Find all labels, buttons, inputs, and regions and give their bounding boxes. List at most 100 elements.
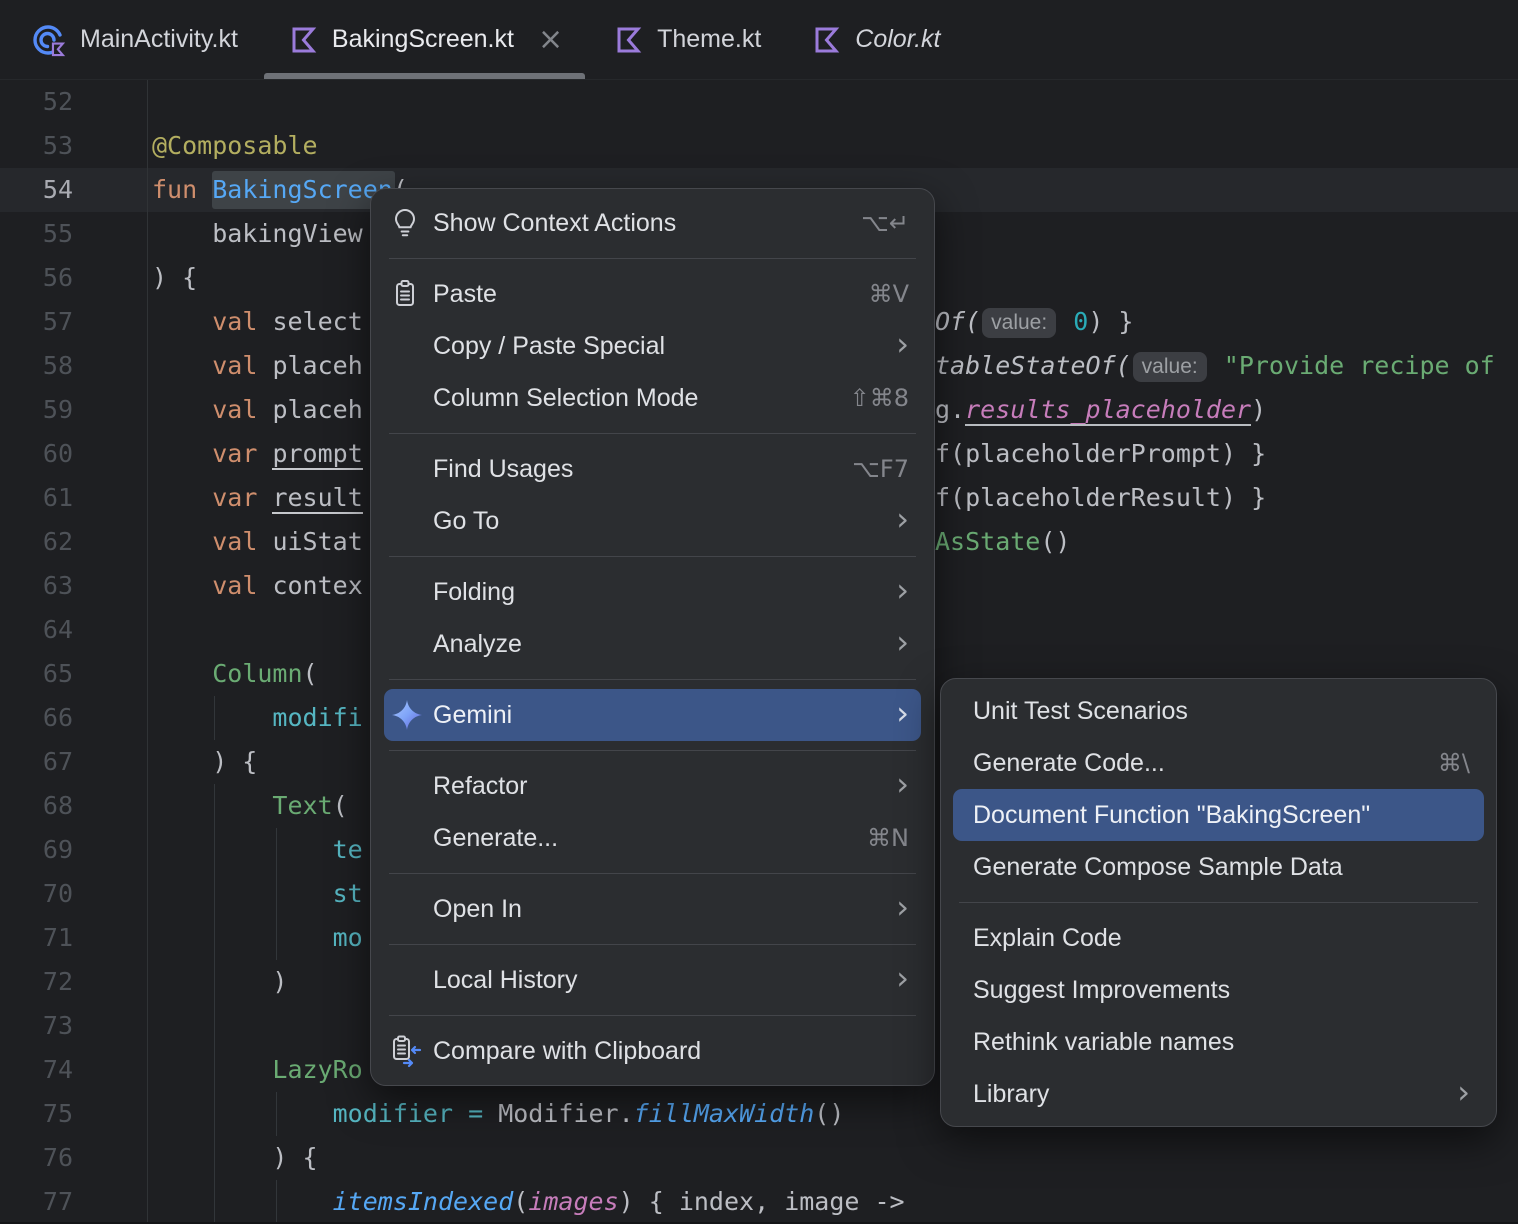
- menu-item-label: Copy / Paste Special: [433, 331, 666, 360]
- menu-item-label: Unit Test Scenarios: [973, 696, 1188, 725]
- gutter-line-number[interactable]: 63: [0, 564, 73, 608]
- submenu-chevron-icon: ›: [1457, 1073, 1470, 1111]
- submenu-chevron-icon: ›: [896, 325, 909, 363]
- code-token: val: [212, 307, 273, 336]
- gutter-line-number[interactable]: 54: [0, 168, 73, 212]
- gutter-line-number[interactable]: 74: [0, 1048, 73, 1092]
- menu-separator: [389, 1015, 916, 1016]
- gutter-line-number[interactable]: 73: [0, 1004, 73, 1048]
- code-token: ) {: [152, 747, 258, 776]
- gutter-line-number[interactable]: 55: [0, 212, 73, 256]
- gutter-line-number[interactable]: 66: [0, 696, 73, 740]
- gutter-line-number[interactable]: 58: [0, 344, 73, 388]
- menu-item-label: Paste: [433, 279, 497, 308]
- menu-item-gemini[interactable]: Gemini ›: [384, 689, 921, 741]
- gutter-line-number[interactable]: 67: [0, 740, 73, 784]
- menu-item-label: Library: [973, 1079, 1050, 1108]
- menu-item-local-history[interactable]: Local History ›: [384, 954, 921, 1006]
- gutter-line-number[interactable]: 56: [0, 256, 73, 300]
- code-text: var result: [152, 476, 363, 520]
- gutter-line-number[interactable]: 72: [0, 960, 73, 1004]
- menu-item-rethink-variable-names[interactable]: Rethink variable names: [953, 1016, 1484, 1068]
- gutter-line-number[interactable]: 70: [0, 872, 73, 916]
- code-text: val placeh: [152, 388, 363, 432]
- code-token: (: [302, 659, 318, 688]
- code-line[interactable]: 77 itemsIndexed(images) { index, image -…: [0, 1180, 1518, 1224]
- menu-item-copy-paste-special[interactable]: Copy / Paste Special ›: [384, 320, 921, 372]
- tab-color-kt[interactable]: Color.kt: [785, 0, 964, 79]
- gutter-line-number[interactable]: 76: [0, 1136, 73, 1180]
- gutter-line-number[interactable]: 69: [0, 828, 73, 872]
- code-token: val: [212, 351, 273, 380]
- menu-item-library[interactable]: Library ›: [953, 1068, 1484, 1120]
- menu-item-find-usages[interactable]: Find Usages ⌥F7: [384, 443, 921, 495]
- menu-item-label: Analyze: [433, 629, 522, 658]
- code-token: ) {: [152, 1143, 318, 1172]
- menu-item-generate-compose-sample-data[interactable]: Generate Compose Sample Data: [953, 841, 1484, 893]
- code-text-right-fragment: tableStateOf(value: "Provide recipe of: [935, 344, 1495, 388]
- menu-item-compare-with-clipboard[interactable]: Compare with Clipboard: [384, 1025, 921, 1077]
- code-token: val: [212, 395, 273, 424]
- code-token: var: [212, 439, 273, 468]
- menu-item-analyze[interactable]: Analyze ›: [384, 618, 921, 670]
- menu-item-generate[interactable]: Generate... ⌘N: [384, 812, 921, 864]
- gutter-line-number[interactable]: 60: [0, 432, 73, 476]
- code-token: AsState: [935, 527, 1041, 556]
- menu-item-open-in[interactable]: Open In ›: [384, 883, 921, 935]
- code-line[interactable]: 76 ) {: [0, 1136, 1518, 1180]
- kotlin-icon: [611, 23, 645, 57]
- gutter-line-number[interactable]: 75: [0, 1092, 73, 1136]
- gutter-line-number[interactable]: 62: [0, 520, 73, 564]
- submenu-chevron-icon: ›: [896, 571, 909, 609]
- code-line[interactable]: 53 @Composable: [0, 124, 1518, 168]
- menu-item-refactor[interactable]: Refactor ›: [384, 760, 921, 812]
- context-menu: Show Context Actions ⌥↵ Paste ⌘V Copy / Past…: [370, 188, 935, 1086]
- menu-item-label: Generate...: [433, 823, 559, 852]
- gutter-line-number[interactable]: 53: [0, 124, 73, 168]
- code-text: ) {: [152, 1136, 318, 1180]
- menu-item-explain-code[interactable]: Explain Code: [953, 912, 1484, 964]
- menu-item-show-context-actions[interactable]: Show Context Actions ⌥↵: [384, 197, 921, 249]
- menu-item-suggest-improvements[interactable]: Suggest Improvements: [953, 964, 1484, 1016]
- parameter-name-inlay-hint: value:: [1132, 352, 1207, 382]
- tab-mainactivity-kt[interactable]: MainActivity.kt: [6, 0, 262, 79]
- gutter-line-number[interactable]: 71: [0, 916, 73, 960]
- tab-bakingscreen-kt[interactable]: BakingScreen.kt ×: [262, 0, 587, 79]
- menu-item-generate-code[interactable]: Generate Code... ⌘\: [953, 737, 1484, 789]
- menu-item-unit-test-scenarios[interactable]: Unit Test Scenarios: [953, 685, 1484, 737]
- code-text-right-fragment: f(placeholderResult) }: [935, 476, 1266, 520]
- gutter-line-number[interactable]: 68: [0, 784, 73, 828]
- code-text: st: [152, 872, 363, 916]
- menu-item-go-to[interactable]: Go To ›: [384, 495, 921, 547]
- code-token: uiStat: [272, 527, 363, 556]
- menu-item-shortcut: ⇧⌘8: [849, 384, 909, 412]
- menu-item-shortcut: ⌘N: [867, 824, 909, 852]
- menu-item-column-selection-mode[interactable]: Column Selection Mode ⇧⌘8: [384, 372, 921, 424]
- code-token: ) }: [1088, 307, 1134, 336]
- gutter-line-number[interactable]: 65: [0, 652, 73, 696]
- gutter-line-number[interactable]: 59: [0, 388, 73, 432]
- menu-item-document-function-bakingscreen[interactable]: Document Function "BakingScreen": [953, 789, 1484, 841]
- code-line[interactable]: 52: [0, 80, 1518, 124]
- menu-item-paste[interactable]: Paste ⌘V: [384, 268, 921, 320]
- code-text: modifi: [152, 696, 362, 740]
- gutter-line-number[interactable]: 61: [0, 476, 73, 520]
- close-tab-icon[interactable]: ×: [538, 24, 563, 55]
- paste-icon: [389, 277, 433, 311]
- code-token: placeh: [272, 395, 363, 424]
- menu-item-label: Refactor: [433, 771, 528, 800]
- gutter-line-number[interactable]: 57: [0, 300, 73, 344]
- code-token: var: [212, 483, 273, 512]
- menu-item-folding[interactable]: Folding ›: [384, 566, 921, 618]
- gutter-line-number[interactable]: 52: [0, 80, 73, 124]
- code-token: images: [528, 1187, 619, 1216]
- code-token: mo: [332, 923, 363, 952]
- gutter-line-number[interactable]: 77: [0, 1180, 73, 1224]
- tab-theme-kt[interactable]: Theme.kt: [587, 0, 785, 79]
- gutter-line-number[interactable]: 64: [0, 608, 73, 652]
